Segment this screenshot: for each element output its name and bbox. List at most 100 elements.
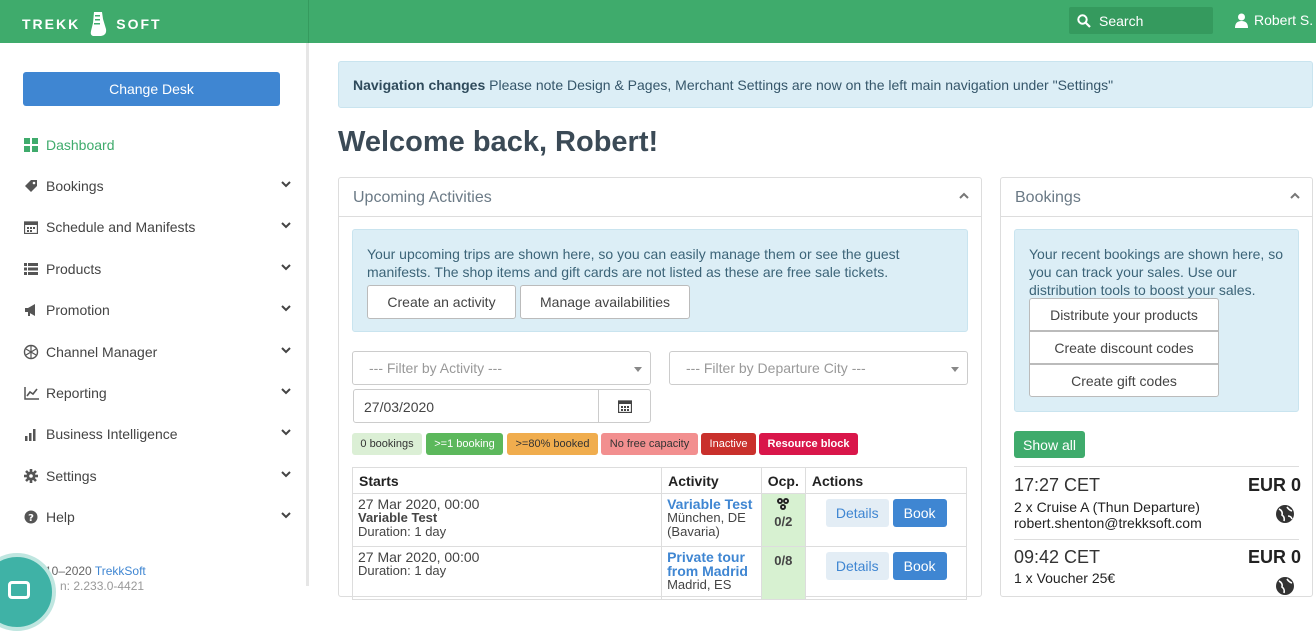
brand-left-text: TREKK: [22, 16, 81, 32]
occupancy-cell: 0/8: [760, 546, 806, 600]
footer-copyright: 10–2020 TrekkSoft: [45, 564, 146, 578]
column-header: Activity: [661, 467, 762, 494]
manage-availabilities-button[interactable]: Manage availabilities: [520, 285, 690, 319]
actions-cell: Details Book: [804, 546, 968, 600]
legend-badge-1-booking: >=1 booking: [426, 433, 503, 455]
globe-icon: [1276, 505, 1294, 523]
start-time: 27 Mar 2020, 00:00: [358, 496, 480, 512]
svg-text:?: ?: [28, 513, 34, 524]
notice-title: Navigation changes: [353, 77, 486, 93]
booking-time: 09:42 CET: [1014, 547, 1101, 567]
create-discount-codes-button[interactable]: Create discount codes: [1029, 331, 1219, 364]
sidebar-item-label: Promotion: [46, 302, 110, 318]
chevron-down-icon: [281, 388, 291, 395]
sidebar-item-settings[interactable]: Settings: [23, 464, 293, 488]
occupancy-value: 0/8: [774, 553, 793, 568]
chevron-up-icon[interactable]: [959, 192, 969, 200]
caret-down-icon: [951, 367, 959, 372]
occupancy-value: 0/2: [774, 514, 793, 529]
sidebar-item-label: Channel Manager: [46, 344, 158, 360]
calendar-icon: [617, 400, 632, 413]
sidebar-item-channel-manager[interactable]: Channel Manager: [23, 340, 293, 364]
details-button[interactable]: Details: [825, 552, 889, 580]
chevron-down-icon: [281, 305, 291, 312]
activity-location: Madrid, ES: [667, 577, 732, 592]
legend-badge-80-booked: >=80% booked: [507, 433, 598, 455]
activity-link[interactable]: Private tour from Madrid: [667, 550, 756, 578]
create-gift-codes-button[interactable]: Create gift codes: [1029, 364, 1219, 397]
sidebar-item-promotion[interactable]: Promotion: [23, 298, 293, 322]
line-chart-icon: [23, 385, 39, 401]
sidebar-item-label: Dashboard: [46, 137, 115, 153]
gear-icon: [23, 468, 39, 484]
page-title: Welcome back, Robert!: [338, 126, 659, 158]
trekksoft-link[interactable]: TrekkSoft: [95, 564, 146, 578]
filter-activity-select[interactable]: --- Filter by Activity ---: [352, 351, 651, 385]
sidebar-item-label: Bookings: [46, 178, 104, 194]
list-icon: [23, 261, 39, 277]
bookings-info-text: Your recent bookings are shown here, so …: [1029, 246, 1283, 298]
calendar-icon: [23, 219, 39, 235]
booking-description: 1 x Voucher 25€: [1014, 570, 1116, 586]
sidebar-item-reporting[interactable]: Reporting: [23, 381, 293, 405]
sidebar-border: [306, 43, 309, 586]
panel-title: Upcoming Activities: [353, 189, 492, 206]
activity-link[interactable]: Variable Test: [667, 497, 756, 511]
user-menu[interactable]: Robert S.: [1235, 12, 1313, 28]
details-button[interactable]: Details: [825, 499, 889, 527]
top-bar: TREKK SOFT Search Robert S.: [0, 0, 1316, 43]
occupancy-cell: 0/2: [760, 493, 806, 547]
globe-icon: [1276, 577, 1294, 595]
chevron-down-icon: [281, 471, 291, 478]
calendar-button[interactable]: [598, 389, 651, 423]
bar-chart-icon: [23, 426, 39, 442]
sidebar-item-label: Business Intelligence: [46, 426, 178, 442]
chevron-down-icon: [281, 347, 291, 354]
user-name: Robert S.: [1254, 12, 1314, 28]
sidebar-item-label: Reporting: [46, 385, 107, 401]
upcoming-info-text: Your upcoming trips are shown here, so y…: [367, 246, 900, 280]
search-label: Search: [1099, 12, 1144, 29]
actions-cell: Details Book: [804, 493, 968, 547]
booking-time: 17:27 CET: [1014, 475, 1101, 495]
sidebar-item-label: Settings: [46, 468, 97, 484]
sidebar-item-help[interactable]: ? Help: [23, 505, 293, 529]
sidebar-item-products[interactable]: Products: [23, 257, 293, 281]
panel-title: Bookings: [1015, 189, 1081, 206]
sidebar-item-dashboard[interactable]: Dashboard: [23, 133, 293, 157]
activity-title: Variable Test: [358, 510, 438, 525]
book-button[interactable]: Book: [892, 552, 947, 580]
panel-header: Upcoming Activities: [339, 178, 981, 217]
chevron-down-icon: [281, 429, 291, 436]
navigation-notice: Navigation changes Please note Design & …: [338, 61, 1313, 108]
resources-icon: [777, 498, 790, 510]
sidebar-item-schedule[interactable]: Schedule and Manifests: [23, 215, 293, 239]
show-all-button[interactable]: Show all: [1014, 431, 1085, 458]
filter-activity-value: --- Filter by Activity ---: [369, 360, 502, 376]
panel-header: Bookings: [1001, 178, 1312, 217]
footer-version: n: 2.233.0-4421: [60, 579, 145, 593]
legend-badge-0-bookings: 0 bookings: [352, 433, 422, 455]
column-header: Ocp.: [760, 467, 806, 494]
change-desk-button[interactable]: Change Desk: [23, 72, 280, 106]
shoe-logo-icon: [90, 12, 107, 36]
filter-city-select[interactable]: --- Filter by Departure City ---: [669, 351, 968, 385]
distribute-products-button[interactable]: Distribute your products: [1029, 298, 1219, 331]
table-row: 27 Mar 2020, 00:00 Duration: 1 day Priva…: [351, 546, 968, 600]
filter-city-value: --- Filter by Departure City ---: [686, 360, 866, 376]
sidebar-item-bookings[interactable]: Bookings: [23, 174, 293, 198]
create-activity-button[interactable]: Create an activity: [367, 285, 516, 319]
search-box[interactable]: Search: [1069, 7, 1213, 34]
chevron-up-icon[interactable]: [1290, 192, 1300, 200]
legend-badge-inactive: Inactive: [701, 433, 756, 455]
booking-email: robert.shenton@trekksoft.com: [1014, 515, 1202, 531]
column-header: Starts: [351, 467, 663, 494]
sidebar-item-business-intelligence[interactable]: Business Intelligence: [23, 422, 293, 446]
date-input[interactable]: 27/03/2020: [353, 389, 599, 423]
booking-amount: EUR 0: [1248, 475, 1302, 495]
sidebar-item-label: Schedule and Manifests: [46, 219, 196, 235]
brand-right-text: SOFT: [116, 16, 162, 32]
chevron-down-icon: [281, 512, 291, 519]
brand-logo[interactable]: TREKK SOFT: [22, 11, 162, 37]
book-button[interactable]: Book: [892, 499, 947, 527]
